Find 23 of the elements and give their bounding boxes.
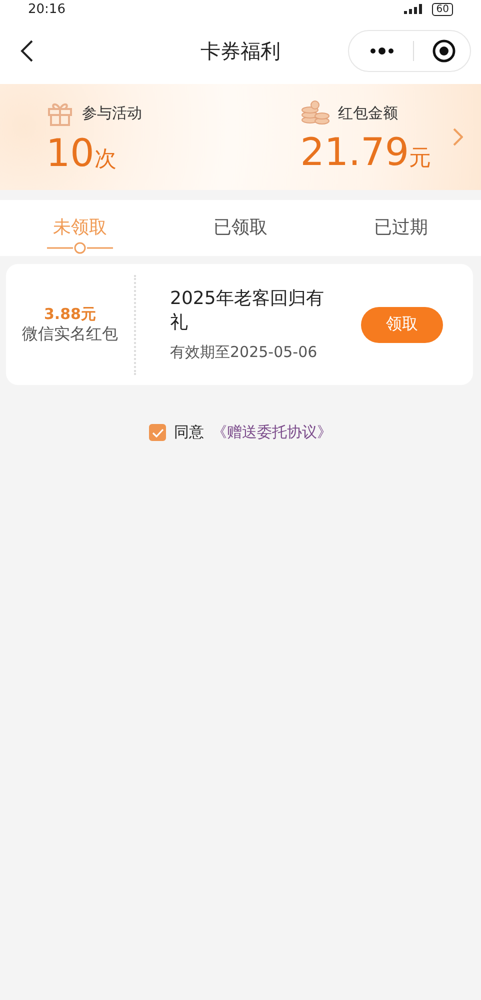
agree-checkbox[interactable]	[149, 424, 166, 441]
summary-value: 10	[46, 131, 94, 175]
agreement-link[interactable]: 《赠送委托协议》	[212, 423, 332, 442]
coins-icon	[300, 100, 330, 126]
back-icon[interactable]	[20, 40, 34, 62]
unit-label: 次	[94, 147, 116, 172]
page-title: 卡券福利	[200, 38, 282, 64]
summary-label: 红包金额	[338, 104, 398, 122]
summary-value: 21.79	[300, 130, 409, 174]
tab[interactable]: 已领取	[160, 200, 321, 256]
unit-label: 元	[409, 146, 431, 171]
close-icon[interactable]	[432, 39, 456, 63]
coupon-validity: 有效期至2025-05-06	[170, 343, 318, 362]
more-icon[interactable]	[369, 47, 395, 55]
coupon-type: 微信实名红包	[21, 324, 119, 344]
battery-icon: 60	[432, 2, 453, 16]
summary-label: 参与活动	[82, 104, 142, 122]
tab[interactable]: 已过期	[320, 200, 481, 256]
check-icon	[152, 428, 164, 438]
coupon-title: 2025年老客回归有礼	[170, 287, 325, 335]
agree-label: 同意	[174, 423, 204, 442]
coupon-amount: 3.88元	[42, 304, 97, 324]
status-time: 20:16	[28, 2, 66, 16]
